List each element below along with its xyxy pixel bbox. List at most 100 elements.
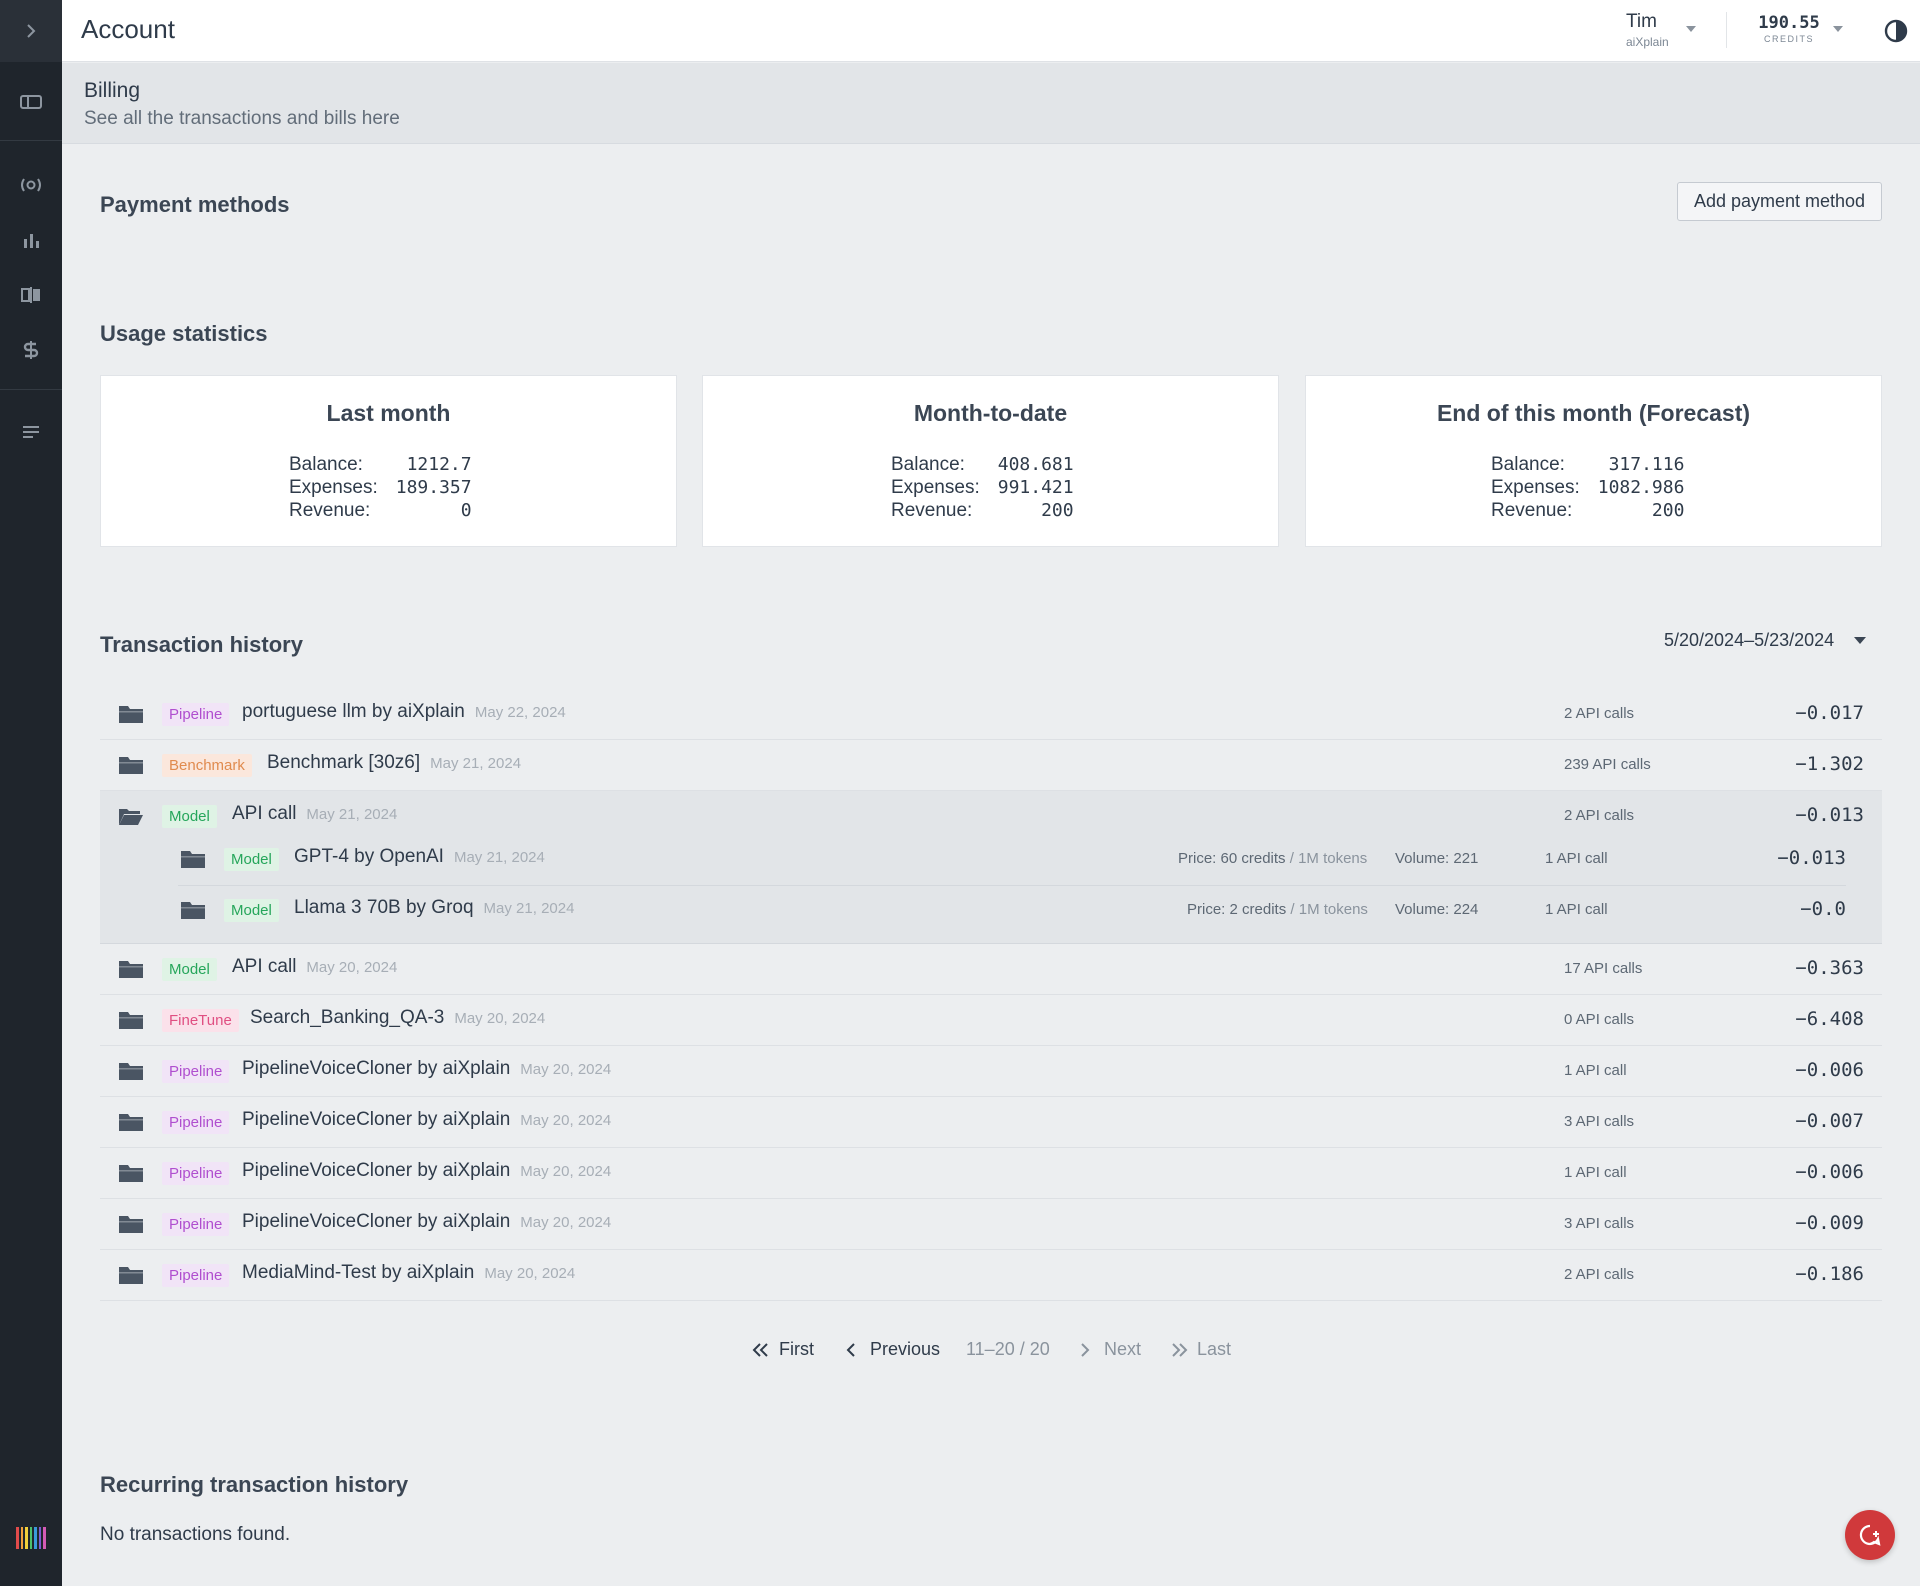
chevron-down-icon[interactable] [1854,637,1866,644]
usage-statistics-title: Usage statistics [100,321,268,346]
api-calls-count: 2 API calls [1564,705,1635,722]
transaction-name: API call [232,956,297,977]
transaction-name: GPT-4 by OpenAI [294,846,444,867]
sidebar-item-analytics[interactable] [0,220,62,260]
folder-icon[interactable] [118,704,144,724]
sidebar-item-billing[interactable] [0,330,62,370]
credits-menu[interactable]: 190.55 CREDITS [1754,13,1824,44]
sidebar-item-docs[interactable] [0,412,62,452]
folder-icon[interactable] [180,900,206,920]
type-badge: Model [224,899,279,922]
api-calls-count: 1 API call [1545,850,1608,867]
sub-transaction-row[interactable]: Model GPT-4 by OpenAI May 21, 2024 Price: 6… [100,834,1882,885]
page-title: Account [81,14,175,44]
add-payment-method-button[interactable]: Add payment method [1677,182,1882,221]
api-calls-count: 239 API calls [1564,756,1651,773]
folder-icon[interactable] [118,1265,144,1285]
stat-card-title: End of this month (Forecast) [1436,400,1751,426]
transaction-amount: −0.007 [1795,1110,1864,1132]
top-bar: Account Tim aiXplain 190.55 CREDITS [62,0,1920,62]
transaction-date: May 20, 2024 [484,1265,576,1282]
sidebar-item-compare[interactable] [0,275,62,315]
transaction-title: Benchmark [30z6] May 21, 2024 [267,752,521,774]
support-chat-button[interactable] [1845,1510,1895,1560]
transaction-title: PipelineVoiceCloner by aiXplain May 20, 2… [242,1211,611,1233]
api-calls-count: 1 API call [1545,901,1608,918]
next-label: Next [1104,1339,1142,1359]
transaction-row[interactable]: Pipeline portuguese llm by aiXplain May 22… [100,689,1882,740]
transaction-row[interactable]: Pipeline PipelineVoiceCloner by aiXplain M… [100,1046,1882,1097]
sidebar-toggle-button[interactable] [0,0,62,62]
pagination-previous[interactable]: Previous [846,1339,940,1360]
aixplain-logo[interactable] [16,1527,47,1549]
contrast-icon [1884,19,1908,43]
transaction-amount: −1.302 [1795,753,1864,775]
volume-label: Volume: [1395,850,1450,867]
transaction-row[interactable]: Model API call May 20, 2024 17 API calls −0.… [100,944,1882,995]
transaction-date: May 21, 2024 [430,755,522,772]
recurring-history-title: Recurring transaction history [100,1472,409,1497]
logo-stripe [38,1527,42,1549]
revenue-value: 0 [460,500,472,521]
transaction-row[interactable]: Pipeline PipelineVoiceCloner by aiXplain M… [100,1148,1882,1199]
folder-open-icon[interactable] [118,806,144,826]
transaction-title: Llama 3 70B by Groq May 21, 2024 [294,897,574,919]
transaction-amount: −6.408 [1795,1008,1864,1030]
transaction-row[interactable]: FineTune Search_Banking_QA-3 May 20, 2024 0… [100,995,1882,1046]
pagination-first[interactable]: First [752,1339,814,1360]
transaction-date: May 20, 2024 [520,1061,612,1078]
chevron-right-icon [1081,1342,1090,1357]
balance-label: Balance: [1491,454,1565,475]
transaction-date: May 20, 2024 [306,959,398,976]
folder-icon[interactable] [118,1163,144,1183]
stat-card-title: Last month [326,400,451,426]
sub-transaction-row[interactable]: Model Llama 3 70B by Groq May 21, 2024 Pric… [100,885,1882,936]
chevron-down-icon[interactable] [1686,26,1696,32]
expenses-label: Expenses: [1491,477,1580,498]
credits-label: CREDITS [1763,34,1814,44]
expenses-label: Expenses: [289,477,378,498]
folder-icon[interactable] [118,1214,144,1234]
bar-chart-icon [24,234,39,248]
folder-icon[interactable] [118,959,144,979]
compare-icon [21,287,40,303]
pagination-last[interactable]: Last [1170,1339,1231,1360]
pagination-next[interactable]: Next [1080,1339,1141,1360]
billing-title: Billing [84,79,141,102]
expenses-value: 1082.986 [1597,477,1685,498]
folder-icon[interactable] [180,849,206,869]
theme-toggle-button[interactable] [1884,19,1908,43]
price-value: 60 credits [1220,850,1286,867]
date-range-picker[interactable]: 5/20/2024–5/23/2024 [1664,630,1834,651]
logo-stripe [29,1527,33,1549]
transaction-row[interactable]: Model API call May 21, 2024 2 API calls −0.0… [100,791,1882,944]
revenue-value: 200 [1651,500,1685,521]
transaction-amount: −0.186 [1795,1263,1864,1285]
transaction-row[interactable]: Pipeline MediaMind-Test by aiXplain May 20… [100,1250,1882,1301]
user-menu[interactable]: Tim aiXplain [1626,11,1669,49]
billing-icon [23,341,39,359]
folder-icon[interactable] [118,1061,144,1081]
transaction-row[interactable]: Benchmark Benchmark [30z6] May 21, 2024 239… [100,740,1882,791]
revenue-value: 200 [1041,500,1074,521]
balance-value: 317.116 [1608,454,1685,475]
chevron-down-icon[interactable] [1833,26,1843,32]
transaction-name: PipelineVoiceCloner by aiXplain [242,1058,511,1079]
price-info: Price: 2 credits / 1M tokens [1187,901,1368,918]
pagination-range: 11–20 / 20 [966,1339,1050,1359]
transaction-row[interactable]: Pipeline PipelineVoiceCloner by aiXplain M… [100,1097,1882,1148]
transaction-date: May 20, 2024 [520,1163,612,1180]
transaction-title: GPT-4 by OpenAI May 21, 2024 [294,846,545,868]
transaction-date: May 20, 2024 [520,1112,612,1129]
folder-icon[interactable] [118,1010,144,1030]
transaction-history-title: Transaction history [100,632,303,657]
price-info: Price: 60 credits / 1M tokens [1178,850,1367,867]
sidebar-item-dashboard[interactable] [0,82,62,122]
sidebar-item-deployments[interactable] [0,165,62,205]
folder-icon[interactable] [118,1112,144,1132]
transaction-row[interactable]: Pipeline PipelineVoiceCloner by aiXplain M… [100,1199,1882,1250]
api-calls-count: 0 API calls [1564,1011,1635,1028]
folder-icon[interactable] [118,755,144,775]
logo-stripe [20,1527,24,1549]
transaction-amount: −0.0 [1800,898,1846,920]
